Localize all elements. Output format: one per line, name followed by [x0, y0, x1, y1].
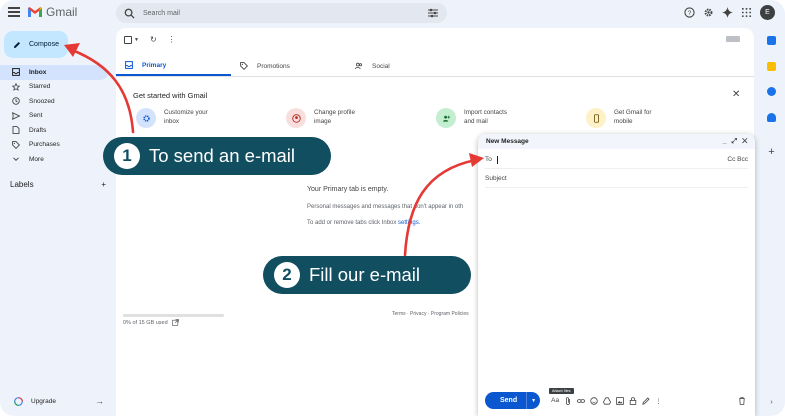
callout-step-2: 2 Fill our e-mail	[263, 256, 471, 294]
arrowhead-composer	[469, 153, 484, 167]
gmail-window: Gmail Search mail ? E Compose Inbox Star…	[0, 0, 785, 416]
callout-step-1: 1 To send an e-mail	[103, 137, 331, 175]
step-text: To send an e-mail	[149, 145, 296, 166]
arrow-to-compose	[70, 48, 135, 134]
step-text: Fill our e-mail	[309, 264, 421, 285]
step-number: 2	[274, 262, 300, 288]
annotation-arrows	[64, 43, 484, 257]
step-number: 1	[114, 143, 140, 169]
arrowhead-compose	[64, 43, 80, 57]
arrow-to-composer	[403, 158, 478, 257]
